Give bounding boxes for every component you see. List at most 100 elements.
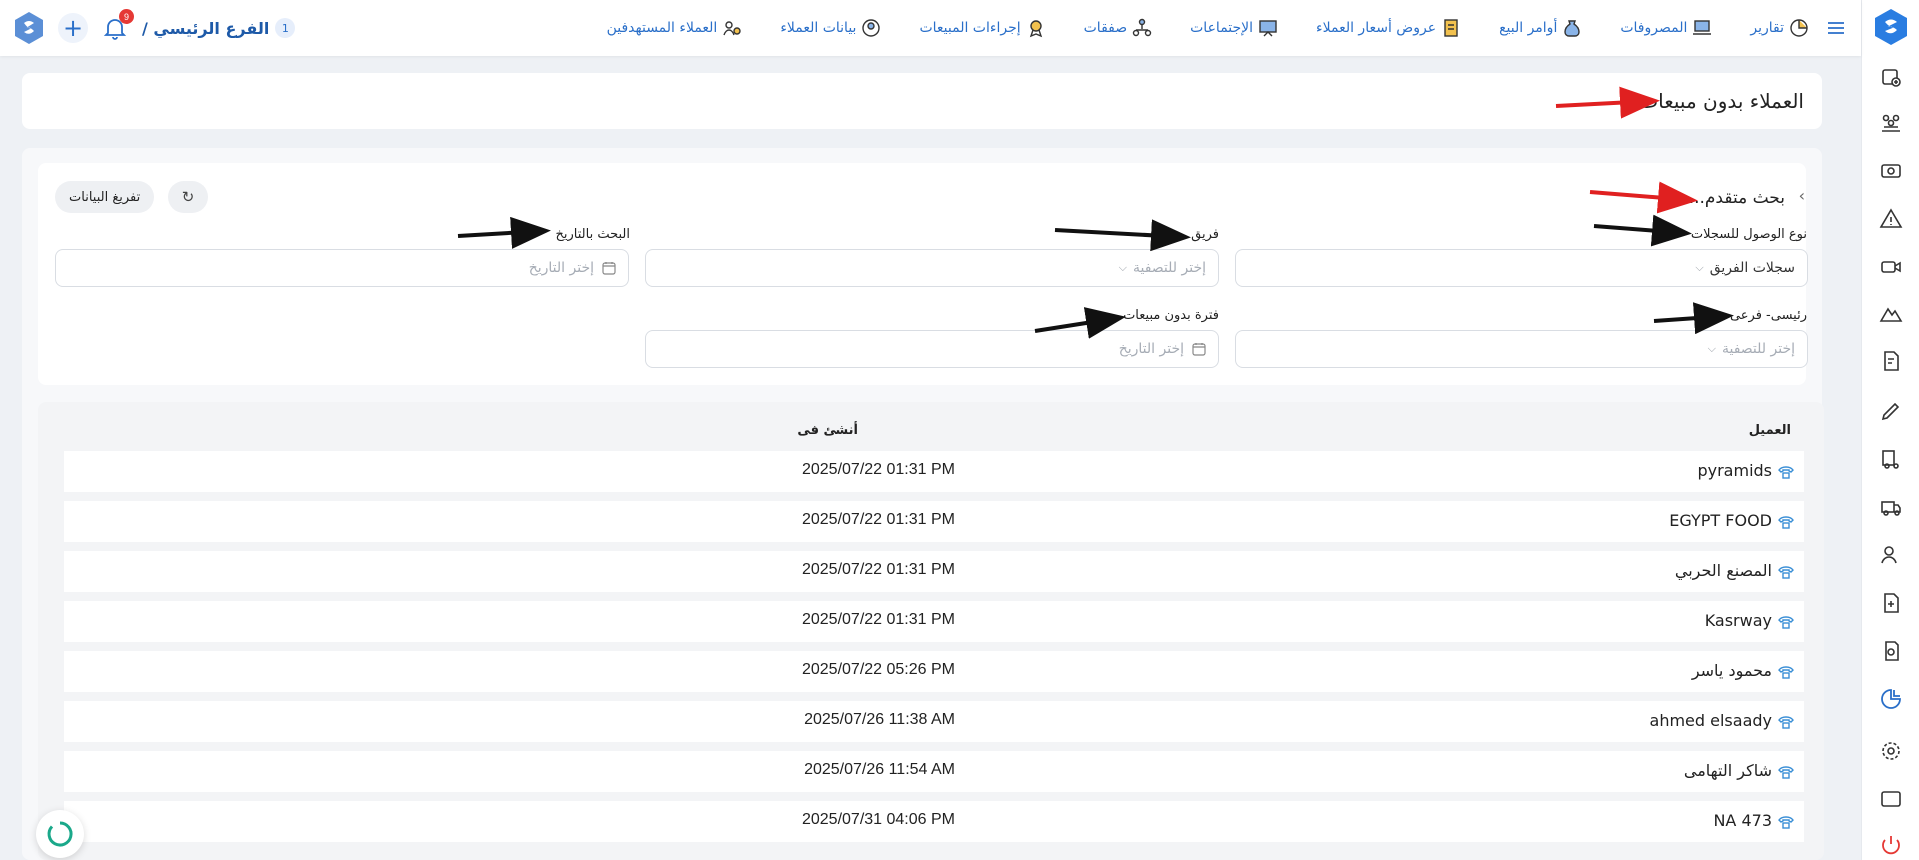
quotations-icon	[1441, 18, 1461, 38]
add-document-icon[interactable]	[1878, 590, 1904, 616]
power-icon[interactable]	[1878, 832, 1904, 858]
customer-name[interactable]: شاكر التهامى	[1684, 761, 1772, 780]
nav-reports[interactable]: تقارير	[1750, 18, 1809, 38]
phone-icon[interactable]	[1778, 665, 1794, 679]
column-header-customer: العميل	[1748, 423, 1791, 438]
date-search-label: البحث بالتاريخ	[555, 227, 631, 242]
truck-icon[interactable]	[1878, 494, 1904, 520]
nav-customer-data[interactable]: بيانات العملاء	[780, 18, 881, 38]
nav-deals[interactable]: صفقات	[1084, 18, 1153, 38]
brand-logo-icon[interactable]	[14, 11, 44, 45]
created-at: 2025/07/22 01:31 PM	[801, 611, 955, 628]
phone-icon[interactable]	[1778, 465, 1794, 479]
nav-sales-actions[interactable]: إجراءات المبيعات	[919, 18, 1045, 38]
collapse-chevron-icon[interactable]: ‹	[1799, 186, 1805, 205]
new-record-icon[interactable]	[1878, 64, 1904, 90]
team-label: فريق	[1191, 227, 1219, 242]
phone-icon[interactable]	[1778, 515, 1794, 529]
table-row[interactable]: pyramids 2025/07/22 01:31 PM	[64, 451, 1804, 492]
nav-label: الإجتماعات	[1190, 20, 1254, 36]
nav-expenses[interactable]: المصروفات	[1620, 18, 1712, 38]
users-group-icon[interactable]	[1878, 110, 1904, 136]
created-at: 2025/07/31 04:06 PM	[801, 811, 955, 828]
branch-label: الفرع الرئيسي /	[142, 18, 270, 38]
phone-icon[interactable]	[1778, 715, 1794, 729]
advanced-search-title[interactable]: بحث متقدم...	[1689, 188, 1785, 208]
chevron-down-icon: ⌵	[1707, 342, 1716, 355]
access-type-select[interactable]: سجلات الفريق ⌵	[1235, 249, 1808, 287]
invoice-icon[interactable]	[1878, 348, 1904, 374]
nav-label: أوامر البيع	[1499, 20, 1558, 36]
nav-meetings[interactable]: الإجتماعات	[1190, 18, 1278, 38]
phone-icon[interactable]	[1778, 615, 1794, 629]
customer-name[interactable]: pyramids	[1697, 461, 1772, 480]
warning-icon[interactable]	[1878, 206, 1904, 232]
date-search-input[interactable]: إختر التاريخ	[55, 249, 629, 287]
phone-icon[interactable]	[1778, 565, 1794, 579]
refresh-button[interactable]: ↻	[168, 181, 208, 213]
customer-name[interactable]: NA 473	[1713, 811, 1772, 830]
table-row[interactable]: محمود ياسر 2025/07/22 05:26 PM	[64, 651, 1804, 692]
customer-name[interactable]: EGYPT FOOD	[1669, 511, 1772, 530]
nav-target-customers[interactable]: العملاء المستهدفين	[607, 18, 743, 38]
column-header-created-at: أنشئ فى	[797, 423, 858, 438]
calendar-icon	[602, 262, 616, 275]
add-button[interactable]: +	[58, 13, 88, 43]
app-logo-icon[interactable]	[1874, 8, 1908, 46]
table-row[interactable]: NA 473 2025/07/31 04:06 PM	[64, 801, 1804, 842]
settings-gear-icon[interactable]	[1878, 738, 1904, 764]
nav-label: صفقات	[1083, 20, 1128, 36]
hamburger-menu-icon[interactable]	[1825, 17, 1847, 39]
customer-name[interactable]: ahmed elsaady	[1650, 711, 1772, 730]
created-at: 2025/07/22 01:31 PM	[801, 461, 955, 478]
hand-document-icon[interactable]	[1878, 638, 1904, 664]
created-at: 2025/07/22 05:26 PM	[801, 661, 955, 678]
sales-orders-icon	[1562, 18, 1582, 38]
refresh-icon: ↻	[181, 188, 195, 206]
table-row[interactable]: المصنع الحربي 2025/07/22 01:31 PM	[64, 551, 1804, 592]
nav-label: العملاء المستهدفين	[606, 20, 718, 36]
pen-icon[interactable]	[1878, 398, 1904, 424]
deals-icon	[1132, 18, 1152, 38]
created-at: 2025/07/26 11:38 AM	[804, 711, 955, 728]
delivery-icon[interactable]	[1878, 446, 1904, 472]
notifications-button[interactable]: 9	[102, 9, 134, 41]
customer-name[interactable]: محمود ياسر	[1692, 661, 1772, 680]
created-at: 2025/07/22 01:31 PM	[801, 511, 955, 528]
phone-icon[interactable]	[1778, 815, 1794, 829]
sales-actions-icon	[1026, 18, 1046, 38]
expenses-icon	[1692, 18, 1712, 38]
nav-label: بيانات العملاء	[780, 20, 857, 36]
mountain-icon[interactable]	[1878, 300, 1904, 326]
phone-icon[interactable]	[1778, 765, 1794, 779]
title-card: العملاء بدون مبيعات	[22, 73, 1822, 129]
clear-data-button[interactable]: تفريغ البيانات	[55, 181, 155, 213]
nav-quotations[interactable]: عروض أسعار العملاء	[1316, 18, 1461, 38]
user-task-icon[interactable]	[1878, 542, 1904, 568]
main-sub-placeholder: إختر للتصفية	[1721, 341, 1795, 357]
main-sub-select[interactable]: إختر للتصفية ⌵	[1235, 330, 1808, 368]
customer-name[interactable]: المصنع الحربي	[1675, 561, 1772, 580]
date-search-placeholder: إختر التاريخ	[528, 260, 594, 276]
analytics-icon[interactable]	[1878, 686, 1904, 712]
customer-name[interactable]: Kasrway	[1705, 611, 1772, 630]
money-icon[interactable]	[1878, 158, 1904, 184]
table-row[interactable]: EGYPT FOOD 2025/07/22 01:31 PM	[64, 501, 1804, 542]
table-row[interactable]: شاكر التهامى 2025/07/26 11:54 AM	[64, 751, 1804, 792]
team-placeholder: إختر للتصفية	[1132, 260, 1206, 276]
table-row[interactable]: ahmed elsaady 2025/07/26 11:38 AM	[64, 701, 1804, 742]
branch-count-badge: 1	[275, 18, 296, 38]
video-call-icon[interactable]	[1878, 254, 1904, 280]
sidebar	[1861, 0, 1919, 860]
target-users-icon	[722, 18, 742, 38]
access-type-label: نوع الوصول للسجلات	[1690, 227, 1807, 242]
customer-data-icon	[861, 18, 881, 38]
calendar-icon	[1192, 343, 1206, 356]
nav-label: المصروفات	[1620, 20, 1688, 36]
no-sales-period-input[interactable]: إختر التاريخ	[645, 330, 1219, 368]
nav-sales-orders[interactable]: أوامر البيع	[1499, 18, 1582, 38]
branch-selector[interactable]: 1 الفرع الرئيسي /	[142, 18, 296, 38]
team-select[interactable]: إختر للتصفية ⌵	[645, 249, 1219, 287]
screen-icon[interactable]	[1878, 786, 1904, 812]
table-row[interactable]: Kasrway 2025/07/22 01:31 PM	[64, 601, 1804, 642]
